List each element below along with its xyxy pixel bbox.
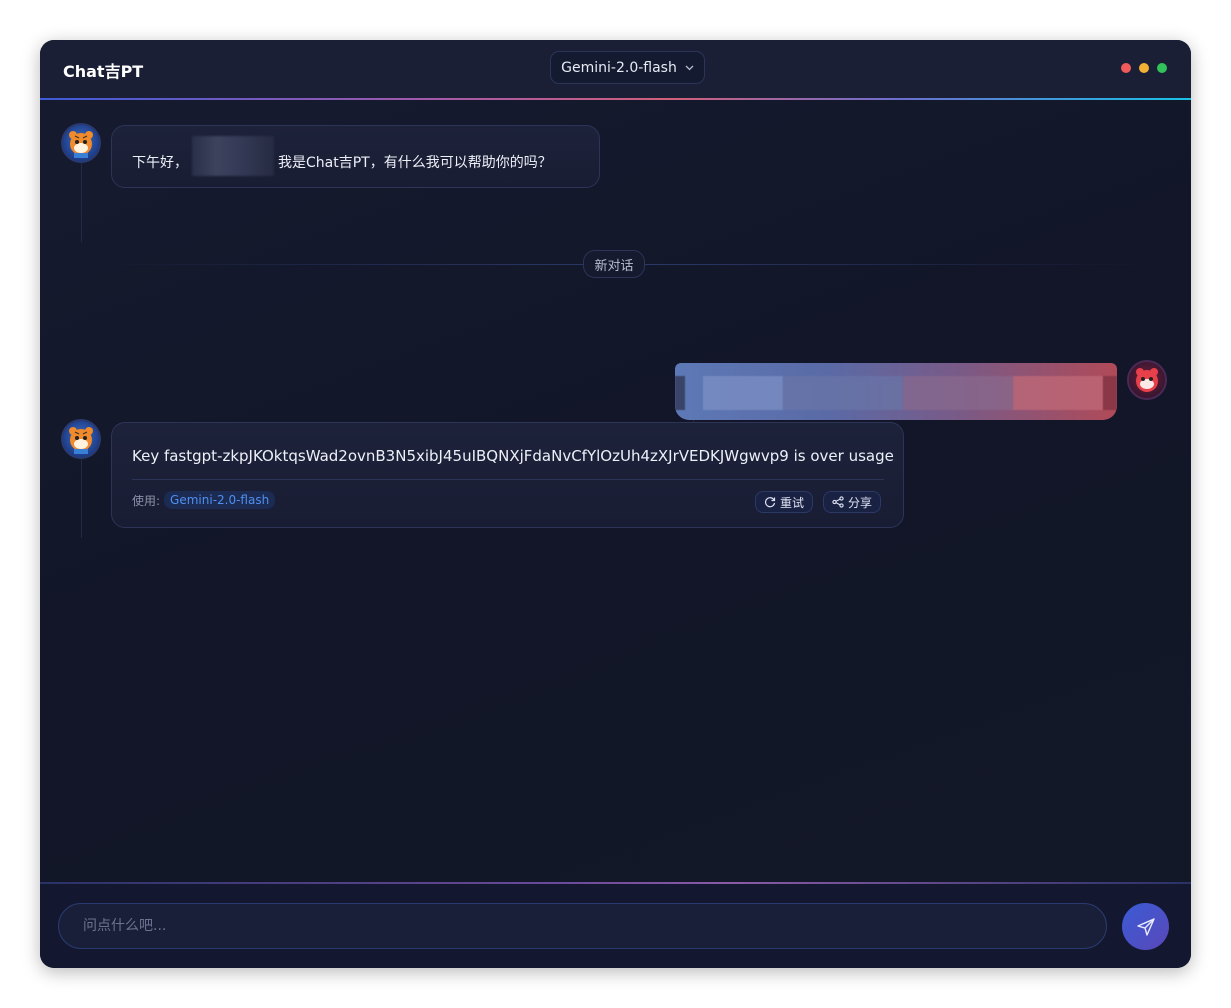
window-controls: [1121, 63, 1167, 73]
redaction-block: [703, 376, 783, 410]
redaction-block: [675, 376, 685, 410]
user-message-bubble: [675, 363, 1117, 420]
redacted-username: [192, 136, 274, 176]
reply-separator: [132, 479, 884, 480]
app-title: Chat吉PT: [63, 62, 144, 81]
new-chat-label[interactable]: 新对话: [583, 250, 645, 278]
reply-text: Key fastgpt-zkpJKOktqsWad2ovnB3N5xibJ45u…: [132, 447, 894, 465]
redaction-block: [903, 376, 1013, 410]
greeting-text: 下午好， 我是Chat吉PT，有什么我可以帮助你的吗？: [132, 136, 552, 176]
redaction-block: [1103, 376, 1117, 410]
greeting-suffix: 我是Chat吉PT，有什么我可以帮助你的吗？: [278, 155, 552, 171]
bot-greeting-bubble: 下午好， 我是Chat吉PT，有什么我可以帮助你的吗？: [111, 125, 600, 188]
retry-label: 重试: [780, 495, 805, 510]
message-list: 下午好， 我是Chat吉PT，有什么我可以帮助你的吗？ 新对话 Key fast…: [40, 100, 1191, 882]
retry-button[interactable]: 重试: [755, 491, 814, 513]
thread-line: [81, 458, 82, 538]
model-tag: Gemini-2.0-flash: [164, 491, 276, 509]
redaction-block: [783, 376, 903, 410]
greeting-prefix: 下午好，: [132, 155, 188, 171]
chat-window: Chat吉PT Gemini-2.0-flash 下午好， 我是Chat吉PT，…: [40, 40, 1191, 968]
user-avatar: [1127, 360, 1167, 400]
red-mascot-icon: [1136, 368, 1158, 392]
tiger-mascot-icon: [69, 427, 93, 454]
used-label: 使用:: [132, 493, 161, 508]
refresh-icon: [764, 497, 776, 508]
share-label: 分享: [848, 495, 873, 510]
share-icon: [832, 496, 844, 508]
tiger-mascot-icon: [69, 131, 93, 158]
chevron-down-icon: [685, 63, 694, 74]
model-used-info: 使用: Gemini-2.0-flash: [132, 491, 276, 509]
bot-avatar: [61, 123, 101, 163]
send-button[interactable]: [1122, 903, 1169, 950]
close-window-button[interactable]: [1121, 63, 1131, 73]
model-selector-label: Gemini-2.0-flash: [561, 59, 677, 76]
share-button[interactable]: 分享: [823, 491, 882, 513]
header: Chat吉PT Gemini-2.0-flash: [40, 40, 1191, 98]
bot-avatar: [61, 419, 101, 459]
minimize-window-button[interactable]: [1139, 63, 1149, 73]
send-icon: [1136, 917, 1155, 936]
maximize-window-button[interactable]: [1157, 63, 1167, 73]
model-selector[interactable]: Gemini-2.0-flash: [550, 51, 705, 84]
message-input[interactable]: [58, 903, 1107, 949]
composer: [40, 884, 1191, 968]
bot-reply-bubble: Key fastgpt-zkpJKOktqsWad2ovnB3N5xibJ45u…: [111, 422, 904, 528]
thread-line: [81, 162, 82, 242]
redaction-block: [1013, 376, 1103, 410]
